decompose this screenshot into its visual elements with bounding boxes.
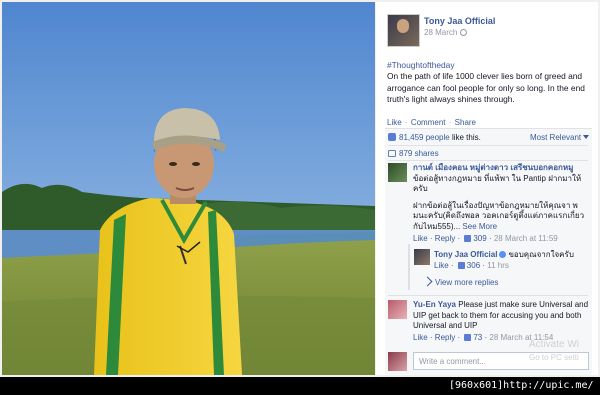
divider (388, 145, 588, 146)
action-separator: · (448, 118, 452, 127)
comment-like-count[interactable]: 306 (467, 261, 480, 270)
divider (388, 160, 588, 161)
comment-text-2: ฝากข้อต่อสู้ในเรื่องปัญหาข้อกฎหมายให้คุณ… (413, 200, 585, 231)
image-frame: Tony Jaa Official 28 March #Thoughtofthe… (0, 0, 600, 377)
avatar (388, 352, 407, 371)
comment-like-button[interactable]: Like (413, 333, 428, 342)
comment-author[interactable]: Yu-En Yaya (413, 300, 456, 309)
comment-like-button[interactable]: Like (434, 261, 449, 270)
sort-label[interactable]: Most Relevant (530, 133, 581, 142)
post-photo[interactable] (2, 2, 375, 375)
comment-text: ขอบคุณจากใจครับ (508, 250, 574, 259)
hashtag-link[interactable]: #Thoughtoftheday (387, 60, 455, 70)
comment-body: Yu-En Yaya Please just make sure Univers… (413, 300, 591, 332)
avatar[interactable] (388, 300, 407, 319)
like-thumb-icon (464, 333, 472, 341)
sort-dropdown[interactable]: Most Relevant (530, 133, 590, 142)
view-more-replies-label[interactable]: View more replies (435, 278, 498, 287)
shares-count[interactable]: 879 shares (399, 149, 439, 158)
share-button[interactable]: Share (455, 118, 476, 127)
avatar[interactable] (414, 249, 430, 265)
like-thumb-icon (388, 133, 396, 141)
reply-comment: Tony Jaa Official ขอบคุณจากใจครับ Like · … (434, 250, 590, 271)
likes-summary: 81,459 people like this. (388, 133, 481, 142)
comment-meta: Like · Reply · 309 · 28 March at 11:59 (413, 234, 558, 243)
action-separator: · (404, 118, 408, 127)
comment-like-button[interactable]: Like (413, 234, 428, 243)
globe-icon (460, 29, 468, 36)
comment-like-count[interactable]: 73 (473, 333, 482, 342)
like-thumb-icon (464, 235, 472, 242)
page-avatar[interactable] (387, 14, 420, 47)
comment: กานต์ เมืองคอน หมู่ต่างดาว เสรีชนบอกคอกห… (413, 163, 591, 245)
activation-watermark: Activate Wi (529, 339, 580, 350)
avatar[interactable] (388, 163, 407, 182)
comment-author[interactable]: กานต์ เมืองคอน หมู่ต่างดาว เสรีชนบอกคอกห… (413, 163, 591, 174)
post-date-text[interactable]: 28 March (424, 28, 457, 37)
likes-count-link[interactable]: 81,459 people (399, 133, 450, 142)
comment-text-continued: ฝากข้อต่อสู้ในเรื่องปัญหาข้อกฎหมายให้คุณ… (413, 201, 591, 233)
activation-watermark-sub: Go to PC setti (529, 353, 579, 362)
comment-text: ข้อต่อสู้ทางกฎหมาย ที่แพ้พา ใน Pantip ฝา… (413, 173, 582, 194)
view-more-replies-link[interactable]: View more replies (422, 276, 498, 287)
reply-arrow-icon (422, 276, 433, 287)
like-thumb-icon (457, 261, 465, 269)
facebook-post-panel: Tony Jaa Official 28 March #Thoughtofthe… (376, 2, 598, 375)
comment-reply-button[interactable]: Reply (435, 333, 455, 342)
post-actions: Like · Comment · Share (387, 118, 476, 127)
comment-like-count[interactable]: 309 (473, 234, 486, 243)
share-icon (388, 150, 396, 157)
like-button[interactable]: Like (387, 118, 402, 127)
comment-author[interactable]: Tony Jaa Official (434, 250, 497, 259)
likes-suffix: like this. (449, 133, 481, 142)
divider (388, 295, 588, 296)
comment-timestamp[interactable]: 11 hrs (487, 261, 509, 270)
shares-summary[interactable]: 879 shares (388, 149, 439, 158)
post-timestamp[interactable]: 28 March (424, 28, 468, 37)
comment-button[interactable]: Comment (411, 118, 446, 127)
see-more-link[interactable]: See More (462, 222, 497, 231)
comment: Yu-En Yaya Please just make sure Univers… (413, 300, 591, 343)
reply-body: Tony Jaa Official ขอบคุณจากใจครับ (434, 250, 590, 261)
post-text: On the path of life 1000 clever lies bor… (387, 71, 585, 104)
comment-timestamp[interactable]: 28 March at 11:59 (494, 234, 558, 243)
chevron-down-icon (583, 135, 590, 139)
verified-badge-icon (499, 251, 507, 258)
image-host-footer: [960x601]http://upic.me/ (449, 380, 594, 391)
comment-reply-button[interactable]: Reply (435, 234, 455, 243)
page-name-link[interactable]: Tony Jaa Official (424, 16, 495, 26)
comment-meta: Like · 306 · 11 hrs (434, 260, 509, 270)
